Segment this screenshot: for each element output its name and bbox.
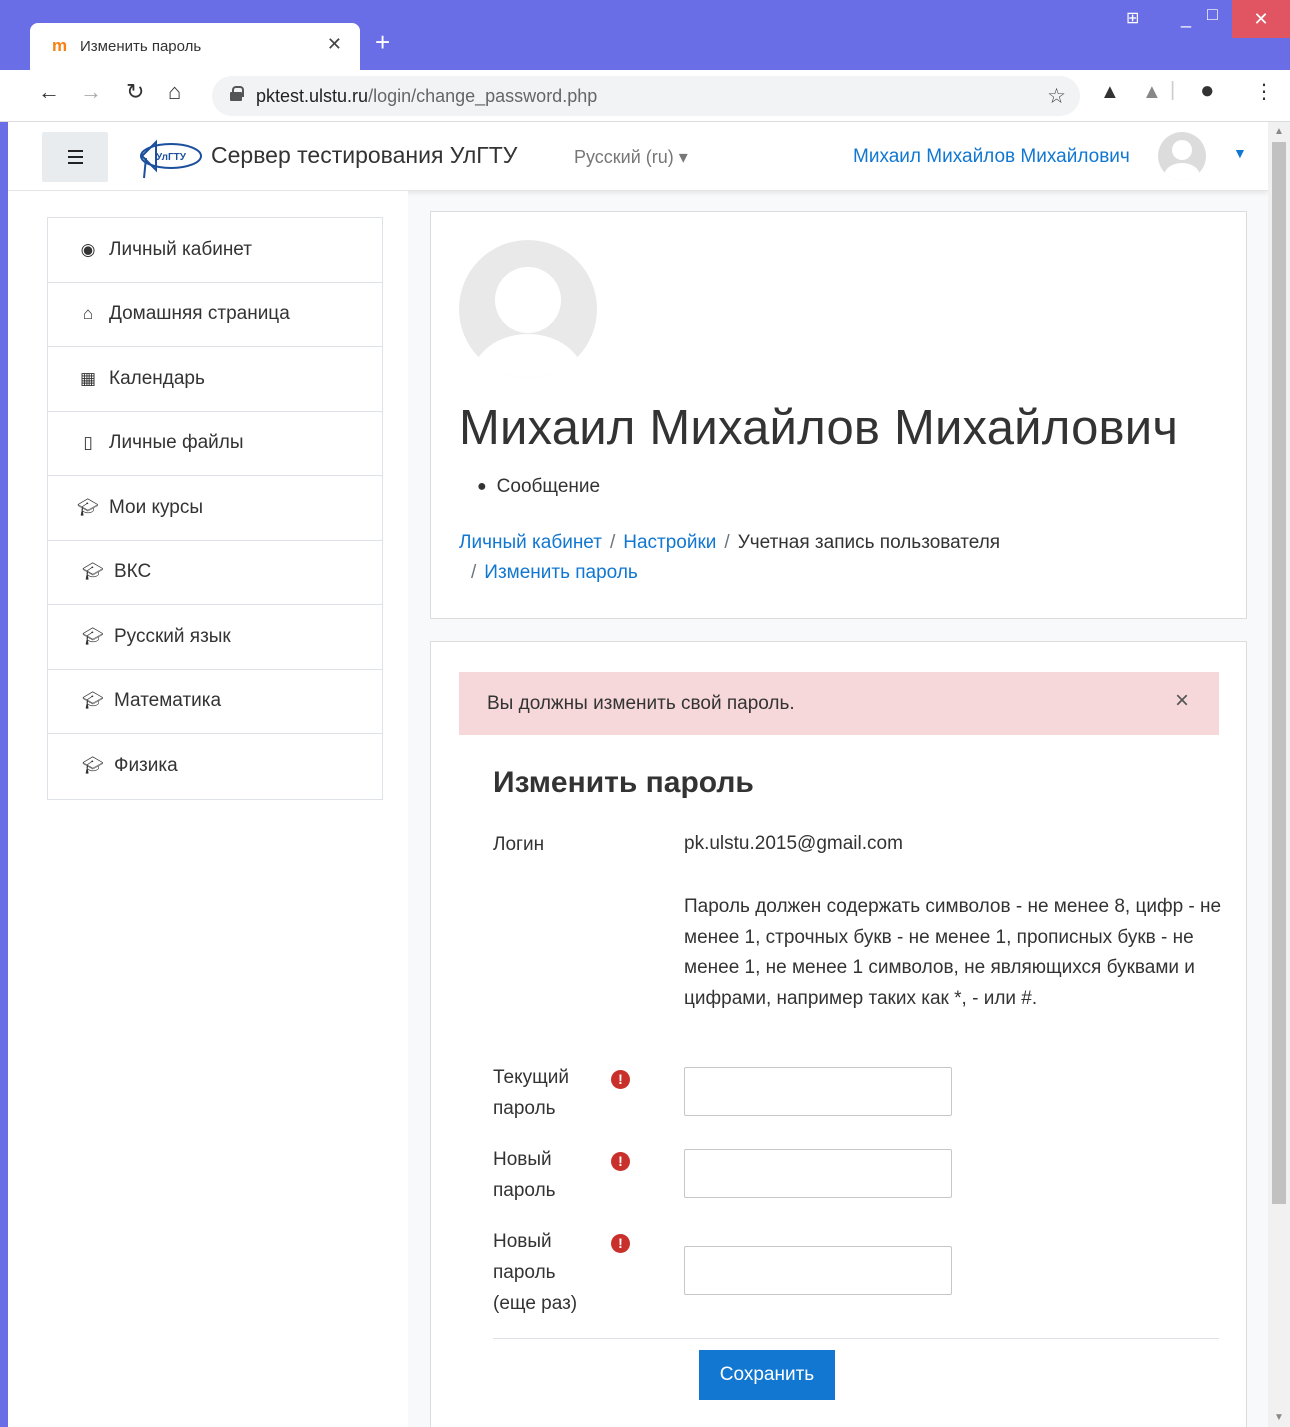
window-close-icon[interactable]: ✕ xyxy=(1232,0,1290,38)
sidebar-item-dashboard[interactable]: ◉ Личный кабинет xyxy=(48,218,382,283)
user-menu-name[interactable]: Михаил Михайлов Михайлович xyxy=(853,146,1130,168)
toolbar-divider: | xyxy=(1170,79,1176,101)
drawer-toggle-button[interactable] xyxy=(42,132,108,182)
save-button[interactable]: Сохранить xyxy=(699,1350,835,1400)
tab-search-icon[interactable]: ⊞ xyxy=(1126,8,1139,28)
sidebar-item-home[interactable]: ⌂ Домашняя страница xyxy=(48,283,382,347)
reload-icon[interactable]: ↻ xyxy=(126,81,144,103)
sidebar-item-course-physics[interactable]: 🎓︎ Физика xyxy=(48,734,382,799)
calendar-icon: ▦ xyxy=(79,368,97,388)
graduation-cap-icon: 🎓︎ xyxy=(82,626,104,646)
form-title: Изменить пароль xyxy=(493,766,754,799)
home-icon: ⌂ xyxy=(82,304,94,324)
extension-cloud-icon[interactable]: ▲ xyxy=(1142,82,1162,102)
alert-text: Вы должны изменить свой пароль. xyxy=(487,693,795,714)
dashboard-icon: ◉ xyxy=(80,239,96,259)
form-divider xyxy=(493,1338,1219,1339)
url-text: pktest.ulstu.ru/login/change_password.ph… xyxy=(256,86,598,106)
current-password-input[interactable] xyxy=(684,1067,952,1116)
nav-drawer: ◉ Личный кабинет ⌂ Домашняя страница ▦ К… xyxy=(8,191,408,1427)
forward-icon[interactable]: → xyxy=(80,81,102,103)
page-header-card: Михаил Михайлов Михайлович ● Сообщение Л… xyxy=(430,211,1247,619)
new-password-label: Новый пароль xyxy=(493,1149,556,1201)
new-password-input[interactable] xyxy=(684,1149,952,1198)
page-viewport: УлГТУ Сервер тестирования УлГТУ Русский … xyxy=(8,122,1268,1427)
required-icon: ! xyxy=(611,1152,630,1171)
new-tab-icon[interactable]: + xyxy=(375,29,390,55)
sidebar-item-my-courses[interactable]: 🎓︎ Мои курсы xyxy=(48,476,382,541)
home-icon[interactable]: ⌂ xyxy=(168,81,181,103)
site-navbar: УлГТУ Сервер тестирования УлГТУ Русский … xyxy=(8,122,1268,191)
current-password-label: Текущий пароль xyxy=(493,1067,569,1119)
svg-text:УлГТУ: УлГТУ xyxy=(156,152,187,163)
change-password-card: Вы должны изменить свой пароль. × Измени… xyxy=(430,641,1247,1427)
scroll-up-icon[interactable]: ▲ xyxy=(1274,126,1284,137)
sidebar-item-course-math[interactable]: 🎓︎ Математика xyxy=(48,670,382,734)
browser-tab[interactable]: m Изменить пароль ✕ xyxy=(30,23,360,70)
user-menu-caret-icon[interactable]: ▼ xyxy=(1233,145,1247,161)
sidebar-item-course-vks[interactable]: 🎓︎ ВКС xyxy=(48,541,382,605)
address-bar[interactable]: pktest.ulstu.ru/login/change_password.ph… xyxy=(212,76,1080,116)
menu-icon[interactable]: ⋮ xyxy=(1254,82,1274,102)
maximize-icon[interactable]: □ xyxy=(1207,4,1218,25)
site-name[interactable]: Сервер тестирования УлГТУ xyxy=(211,142,517,169)
file-icon: ▯ xyxy=(83,433,93,453)
breadcrumb-preferences[interactable]: Настройки xyxy=(623,532,716,553)
password-policy-hint: Пароль должен содержать символов - не ме… xyxy=(684,896,1222,1009)
breadcrumb-dashboard[interactable]: Личный кабинет xyxy=(459,532,602,553)
user-avatar[interactable] xyxy=(1158,132,1206,180)
profile-avatar xyxy=(459,240,597,378)
minimize-icon[interactable]: _ xyxy=(1181,8,1191,29)
profile-full-name: Михаил Михайлов Михайлович xyxy=(459,401,1179,455)
graduation-cap-icon: 🎓︎ xyxy=(82,691,104,711)
language-menu[interactable]: Русский (ru) ▾ xyxy=(574,147,688,168)
browser-toolbar: ← → ↻ ⌂ pktest.ulstu.ru/login/change_pas… xyxy=(0,70,1290,122)
new-password-again-label: Новый пароль (еще раз) xyxy=(493,1231,578,1314)
graduation-cap-icon: 🎓︎ xyxy=(82,756,104,776)
close-alert-icon[interactable]: × xyxy=(1175,689,1189,713)
sidebar-item-course-russian[interactable]: 🎓︎ Русский язык xyxy=(48,605,382,670)
login-value: pk.ulstu.2015@gmail.com xyxy=(684,833,903,854)
sidebar-item-files[interactable]: ▯ Личные файлы xyxy=(48,412,382,476)
breadcrumb-account: Учетная запись пользователя xyxy=(737,532,1001,553)
new-password-again-input[interactable] xyxy=(684,1246,952,1295)
close-tab-icon[interactable]: ✕ xyxy=(327,34,342,55)
graduation-cap-icon: 🎓︎ xyxy=(82,562,104,582)
sidebar-item-calendar[interactable]: ▦ Календарь xyxy=(48,347,382,412)
page-scrollbar[interactable]: ▲ ▼ xyxy=(1268,122,1290,1427)
extension-drive-icon[interactable]: ▲ xyxy=(1100,82,1120,102)
tab-title: Изменить пароль xyxy=(80,38,202,55)
profile-icon[interactable]: ● xyxy=(1200,79,1215,103)
required-icon: ! xyxy=(611,1234,630,1253)
required-icon: ! xyxy=(611,1070,630,1089)
comment-icon: ● xyxy=(477,478,487,495)
back-icon[interactable]: ← xyxy=(38,81,60,103)
breadcrumb-change-password[interactable]: Изменить пароль xyxy=(484,562,638,583)
lock-icon xyxy=(230,86,244,101)
scroll-down-icon[interactable]: ▼ xyxy=(1274,1412,1284,1423)
moodle-favicon-icon: m xyxy=(52,36,68,55)
graduation-cap-icon: 🎓︎ xyxy=(77,497,99,517)
ulstu-logo-icon[interactable]: УлГТУ xyxy=(136,136,206,180)
must-change-password-alert: Вы должны изменить свой пароль. × xyxy=(459,672,1219,735)
scroll-thumb[interactable] xyxy=(1272,142,1286,1204)
breadcrumb: Личный кабинет / Настройки / Учетная запись … xyxy=(459,532,1001,583)
bookmark-star-icon[interactable]: ☆ xyxy=(1047,84,1066,109)
nav-list: ◉ Личный кабинет ⌂ Домашняя страница ▦ К… xyxy=(47,217,383,800)
browser-titlebar: m Изменить пароль ✕ + ⊞ _ □ ✕ xyxy=(0,0,1290,70)
message-link[interactable]: ● Сообщение xyxy=(477,476,600,498)
login-label: Логин xyxy=(493,834,545,855)
